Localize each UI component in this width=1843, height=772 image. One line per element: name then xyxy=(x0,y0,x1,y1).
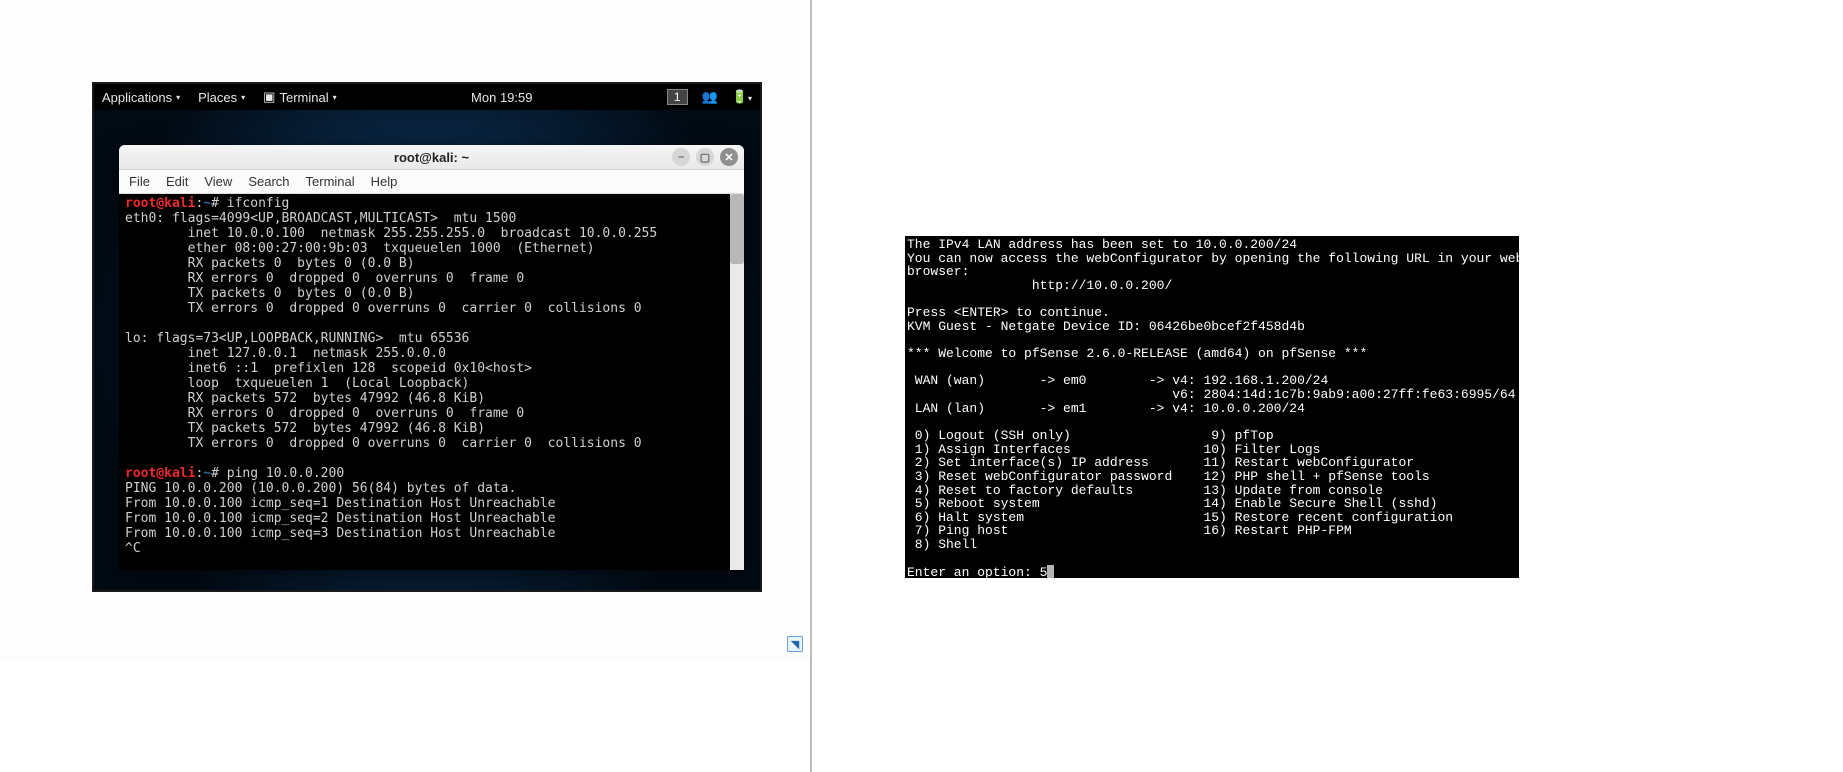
users-icon[interactable]: 👥 xyxy=(702,89,718,105)
gnome-clock[interactable]: Mon 19:59 xyxy=(471,90,532,105)
menu-file[interactable]: File xyxy=(129,174,150,189)
terminal-launcher[interactable]: ▣ Terminal▾ xyxy=(263,89,336,105)
menu-terminal[interactable]: Terminal xyxy=(306,174,355,189)
workspace-indicator[interactable]: 1 xyxy=(667,89,688,105)
menu-edit[interactable]: Edit xyxy=(166,174,188,189)
terminal-scrollbar[interactable] xyxy=(730,194,744,570)
chevron-down-icon: ▾ xyxy=(333,93,337,102)
menu-help[interactable]: Help xyxy=(371,174,398,189)
gnome-top-bar: Applications▾ Places▾ ▣ Terminal▾ Mon 19… xyxy=(94,84,760,110)
terminal-output[interactable]: root@kali:~# ifconfig eth0: flags=4099<U… xyxy=(119,194,744,570)
panel-divider xyxy=(810,0,812,772)
minimize-button[interactable]: – xyxy=(672,148,690,166)
vbox-status-icon[interactable]: ◥ xyxy=(787,636,803,652)
battery-icon[interactable]: 🔋▾ xyxy=(732,89,752,105)
scrollbar-thumb[interactable] xyxy=(730,194,744,264)
terminal-titlebar[interactable]: root@kali: ~ – ▢ ✕ xyxy=(119,145,744,170)
applications-menu[interactable]: Applications▾ xyxy=(102,90,180,105)
close-button[interactable]: ✕ xyxy=(720,148,738,166)
terminal-window: root@kali: ~ – ▢ ✕ File Edit View Search… xyxy=(119,145,744,570)
terminal-title: root@kali: ~ xyxy=(394,150,469,165)
menu-view[interactable]: View xyxy=(204,174,232,189)
text-cursor xyxy=(1047,565,1054,578)
kali-vm-screen: Applications▾ Places▾ ▣ Terminal▾ Mon 19… xyxy=(92,82,762,592)
pfsense-console[interactable]: The IPv4 LAN address has been set to 10.… xyxy=(905,236,1519,578)
terminal-icon: ▣ xyxy=(263,89,275,105)
maximize-button[interactable]: ▢ xyxy=(696,148,714,166)
menu-search[interactable]: Search xyxy=(248,174,289,189)
chevron-down-icon: ▾ xyxy=(176,93,180,102)
chevron-down-icon: ▾ xyxy=(241,93,245,102)
places-menu[interactable]: Places▾ xyxy=(198,90,245,105)
terminal-menubar: File Edit View Search Terminal Help xyxy=(119,170,744,194)
